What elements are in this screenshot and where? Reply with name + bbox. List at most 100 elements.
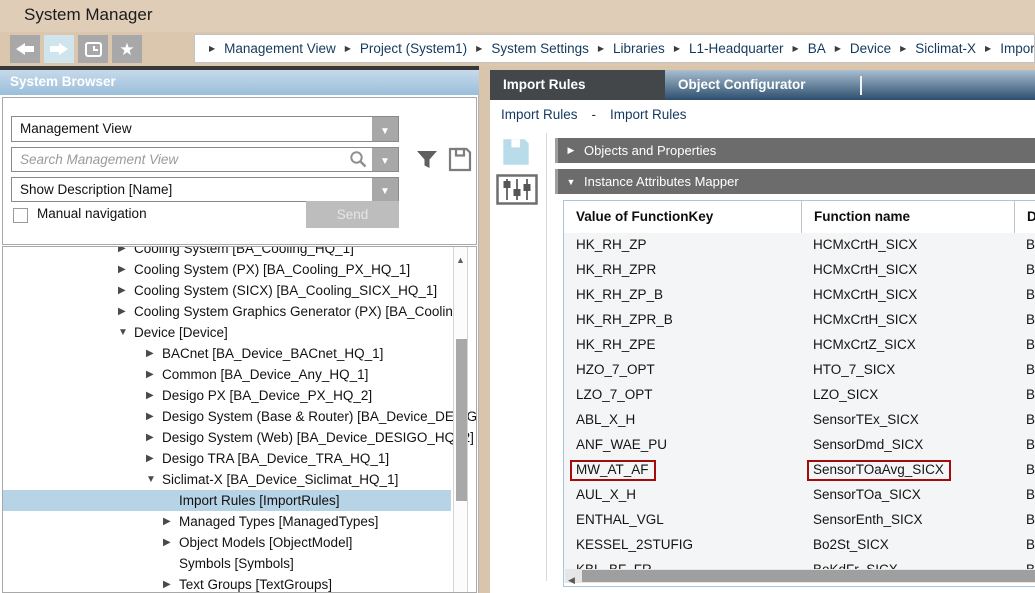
table-row[interactable]: KESSEL_2STUFIGBo2St_SICXBu (564, 533, 1035, 558)
breadcrumb-item[interactable]: L1-Headquarter (674, 41, 784, 56)
section-expand-icon[interactable] (558, 145, 584, 156)
table-cell: Bu (1014, 408, 1035, 433)
section-instance-attributes-mapper[interactable]: Instance Attributes Mapper (555, 169, 1035, 194)
tree-item-label: Object Models [ObjectModel] (179, 535, 352, 550)
workspace-breadcrumb-separator: - (592, 107, 597, 122)
breadcrumb-item-label: Project (System1) (360, 41, 467, 56)
table-row[interactable]: HZO_7_OPTHTO_7_SICXBu (564, 358, 1035, 383)
favorites-button[interactable] (112, 35, 142, 63)
history-button[interactable] (78, 35, 108, 63)
tab-separator (860, 76, 862, 95)
tree-scrollbar[interactable] (453, 247, 468, 592)
breadcrumb-item[interactable]: BA (793, 41, 826, 56)
send-button[interactable]: Send (306, 201, 399, 228)
forward-button[interactable] (44, 35, 74, 63)
column-header[interactable]: Value of FunctionKey (564, 201, 801, 233)
description-selector[interactable]: Show Description [Name] (11, 177, 399, 202)
tree-item[interactable]: Cooling System Graphics Generator (PX) [… (3, 301, 451, 322)
tree-item[interactable]: Managed Types [ManagedTypes] (3, 511, 451, 532)
tree-expand-icon[interactable] (163, 537, 179, 548)
column-header[interactable]: D (1014, 201, 1035, 233)
back-button[interactable] (10, 35, 40, 63)
save-search-floppy-icon[interactable] (447, 146, 473, 178)
tree-expand-icon[interactable] (163, 516, 179, 527)
breadcrumb-item[interactable]: Device (835, 41, 891, 56)
tree-item-selected[interactable]: Import Rules [ImportRules] (3, 490, 451, 511)
table-row[interactable]: ENTHAL_VGLSensorEnth_SICXBu (564, 508, 1035, 533)
tree-item[interactable]: Object Models [ObjectModel] (3, 532, 451, 553)
view-selector[interactable]: Management View (11, 116, 399, 142)
window-title-bar: System Manager (0, 0, 1035, 32)
table-cell: Bu (1014, 283, 1035, 308)
tree-expand-icon[interactable] (146, 411, 162, 422)
chevron-down-icon[interactable] (372, 178, 398, 201)
breadcrumb-item[interactable]: Import Rules (985, 41, 1035, 56)
search-options-chevron-icon[interactable] (372, 148, 398, 171)
tree-expand-icon[interactable] (118, 306, 134, 317)
chevron-down-icon[interactable] (372, 117, 398, 141)
table-row[interactable]: LZO_7_OPTLZO_SICXBu (564, 383, 1035, 408)
panel-splitter[interactable] (479, 66, 490, 593)
column-header[interactable]: Function name (801, 201, 1014, 233)
sliders-settings-icon[interactable] (496, 174, 538, 210)
scroll-up-icon[interactable] (456, 250, 465, 268)
tree-expand-icon[interactable] (118, 327, 134, 338)
tree-scrollbar-thumb[interactable] (456, 339, 467, 501)
search-icon[interactable] (349, 150, 368, 174)
tree-expand-icon[interactable] (146, 432, 162, 443)
tree-expand-icon[interactable] (118, 285, 134, 296)
tree-item[interactable]: Siclimat-X [BA_Device_Siclimat_HQ_1] (3, 469, 451, 490)
tree-item[interactable]: Symbols [Symbols] (3, 553, 451, 574)
tree-expand-icon[interactable] (146, 348, 162, 359)
table-cell: HCMxCrtH_SICX (801, 308, 1014, 333)
tab-object-configurator[interactable]: Object Configurator (665, 70, 860, 100)
tree-item[interactable]: Cooling System (PX) [BA_Cooling_PX_HQ_1] (3, 259, 451, 280)
filter-funnel-icon[interactable] (415, 148, 439, 177)
tree-item[interactable]: BACnet [BA_Device_BACnet_HQ_1] (3, 343, 451, 364)
table-row[interactable]: ABL_X_HSensorTEx_SICXBu (564, 408, 1035, 433)
table-row[interactable]: HK_RH_ZPEHCMxCrtZ_SICXBu (564, 333, 1035, 358)
horizontal-scrollbar-thumb[interactable] (582, 570, 1035, 582)
tree-item[interactable]: Desigo PX [BA_Device_PX_HQ_2] (3, 385, 451, 406)
table-row[interactable]: HK_RH_ZPHCMxCrtH_SICXBu (564, 233, 1035, 258)
table-row[interactable]: AUL_X_HSensorTOa_SICXBu (564, 483, 1035, 508)
tree-expand-icon[interactable] (118, 246, 134, 254)
tree-expand-icon[interactable] (118, 264, 134, 275)
scroll-left-icon[interactable] (568, 570, 575, 587)
table-cell: ANF_WAE_PU (564, 433, 801, 458)
table-row[interactable]: MW_AT_AFSensorTOaAvg_SICXBu (564, 458, 1035, 483)
search-input[interactable] (12, 148, 348, 171)
table-row[interactable]: ANF_WAE_PUSensorDmd_SICXBu (564, 433, 1035, 458)
breadcrumb-item[interactable]: System Settings (476, 41, 589, 56)
table-row[interactable]: HK_RH_ZPRHCMxCrtH_SICXBu (564, 258, 1035, 283)
section-expand-icon[interactable] (558, 177, 584, 187)
workspace-breadcrumb-secondary[interactable]: Import Rules (610, 107, 687, 122)
table-row[interactable]: HK_RH_ZPR_BHCMxCrtH_SICXBu (564, 308, 1035, 333)
breadcrumb-item[interactable]: Siclimat-X (900, 41, 976, 56)
tree-item[interactable]: Cooling System [BA_Cooling_HQ_1] (3, 246, 451, 259)
table-row[interactable]: HK_RH_ZP_BHCMxCrtH_SICXBu (564, 283, 1035, 308)
tree-expand-icon[interactable] (163, 579, 179, 590)
breadcrumb-item[interactable]: Libraries (598, 41, 665, 56)
tree-item[interactable]: Text Groups [TextGroups] (3, 574, 451, 593)
breadcrumb-item[interactable]: Project (System1) (345, 41, 467, 56)
section-objects-and-properties[interactable]: Objects and Properties (555, 138, 1035, 163)
tree-item[interactable]: Desigo System (Web) [BA_Device_DESIGO_HQ… (3, 427, 451, 448)
breadcrumb-item[interactable]: Management View (209, 41, 336, 56)
manual-navigation-checkbox[interactable] (13, 208, 28, 223)
tree-expand-icon[interactable] (146, 369, 162, 380)
tree-item[interactable]: Desigo TRA [BA_Device_TRA_HQ_1] (3, 448, 451, 469)
tree-item[interactable]: Device [Device] (3, 322, 451, 343)
tree-item[interactable]: Cooling System (SICX) [BA_Cooling_SICX_H… (3, 280, 451, 301)
tree-item[interactable]: Common [BA_Device_Any_HQ_1] (3, 364, 451, 385)
table-horizontal-scrollbar[interactable] (565, 569, 1035, 583)
workspace-breadcrumb-primary[interactable]: Import Rules (501, 107, 578, 122)
tree-expand-icon[interactable] (146, 390, 162, 401)
save-floppy-icon-disabled[interactable] (501, 137, 531, 172)
tree-item[interactable]: Desigo System (Base & Router) [BA_Device… (3, 406, 451, 427)
tree-expand-icon[interactable] (146, 474, 162, 485)
tree-expand-icon[interactable] (146, 453, 162, 464)
breadcrumb-item-label: Import Rules (1000, 41, 1035, 56)
tab-import-rules[interactable]: Import Rules (490, 70, 665, 100)
workspace-panel: Import RulesObject Configurator Import R… (490, 66, 1035, 593)
